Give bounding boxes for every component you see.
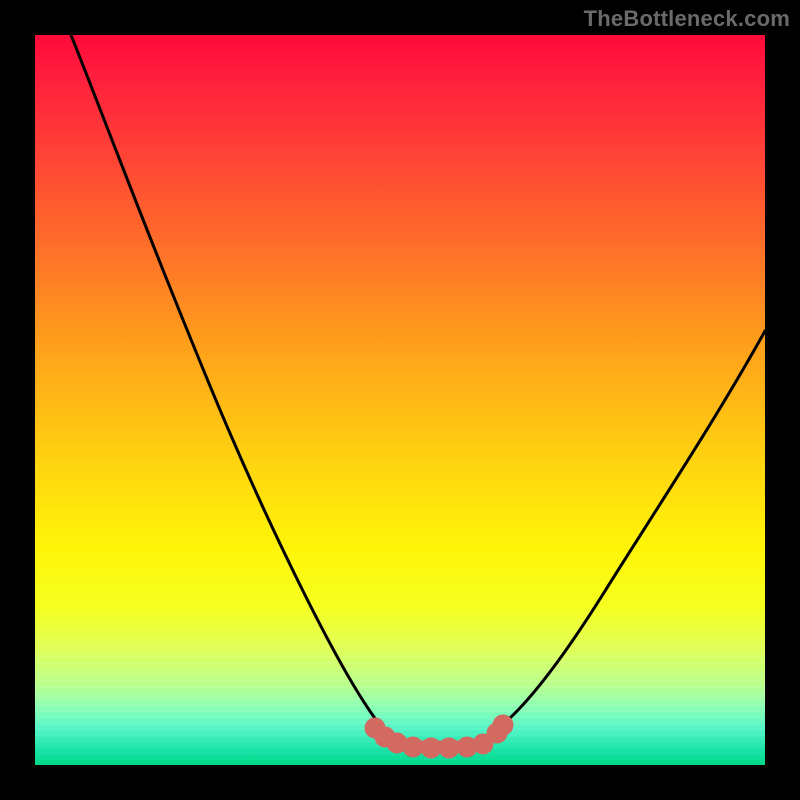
bottleneck-curve — [71, 35, 765, 748]
plot-area — [35, 35, 765, 765]
bottom-marker — [369, 719, 509, 754]
chart-frame: TheBottleneck.com — [0, 0, 800, 800]
watermark-text: TheBottleneck.com — [584, 6, 790, 32]
chart-svg — [35, 35, 765, 765]
